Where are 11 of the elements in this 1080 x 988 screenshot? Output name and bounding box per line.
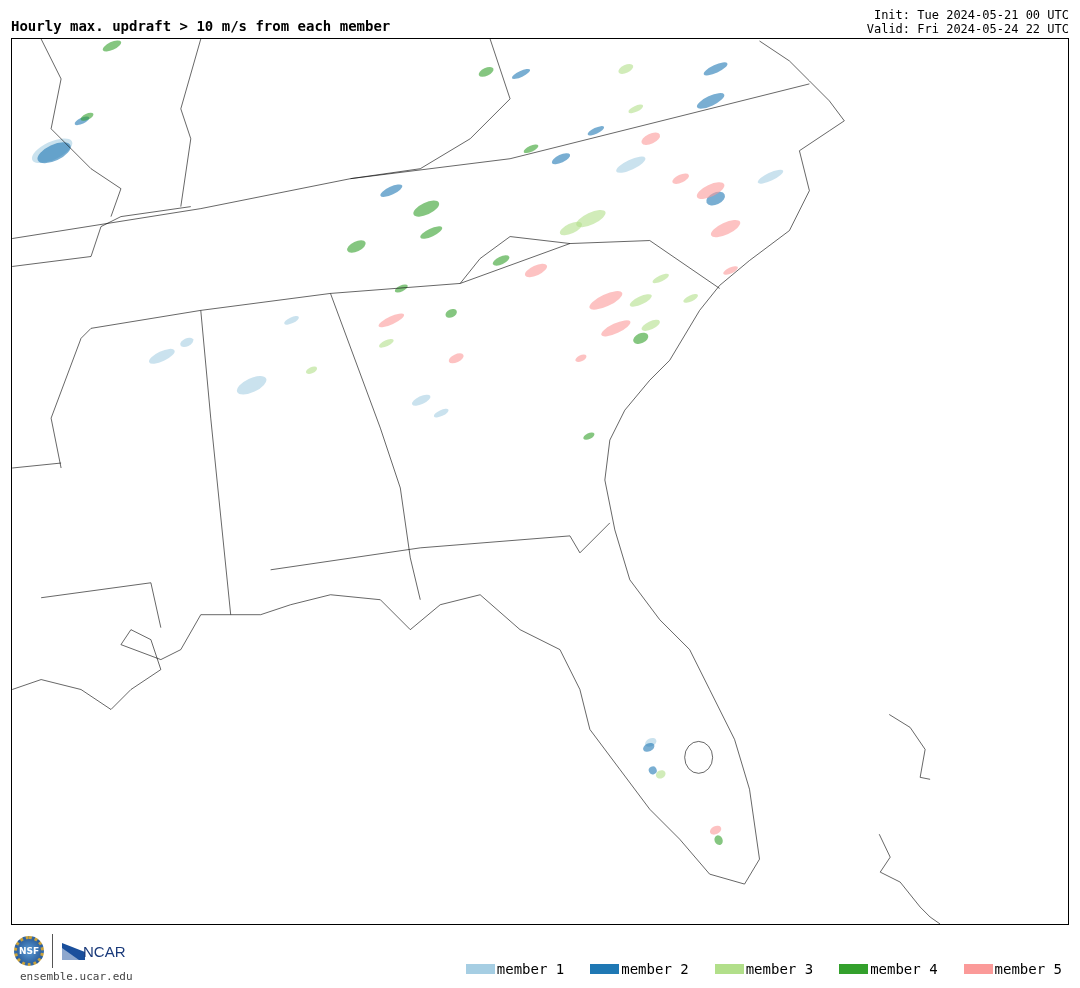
legend-label: member 3: [745, 961, 814, 977]
nsf-logo: NSF: [14, 936, 44, 966]
run-info-text: Init: Tue 2024-05-21 00 UTC: [873, 8, 1069, 22]
run-info-text: Valid: Fri 2024-05-24 22 UTC: [866, 22, 1069, 36]
chart-title: Hourly max. updraft > 10 m/s from each member: [11, 18, 391, 34]
legend-label: member 1: [496, 961, 565, 977]
legend-label: member 2: [621, 961, 689, 977]
legend-label: member 4: [870, 961, 938, 977]
ncar-logo-text: NCAR: [83, 943, 126, 960]
website-url: ensemble.ucar.edu: [20, 970, 133, 983]
legend-label: member 5: [994, 961, 1062, 977]
